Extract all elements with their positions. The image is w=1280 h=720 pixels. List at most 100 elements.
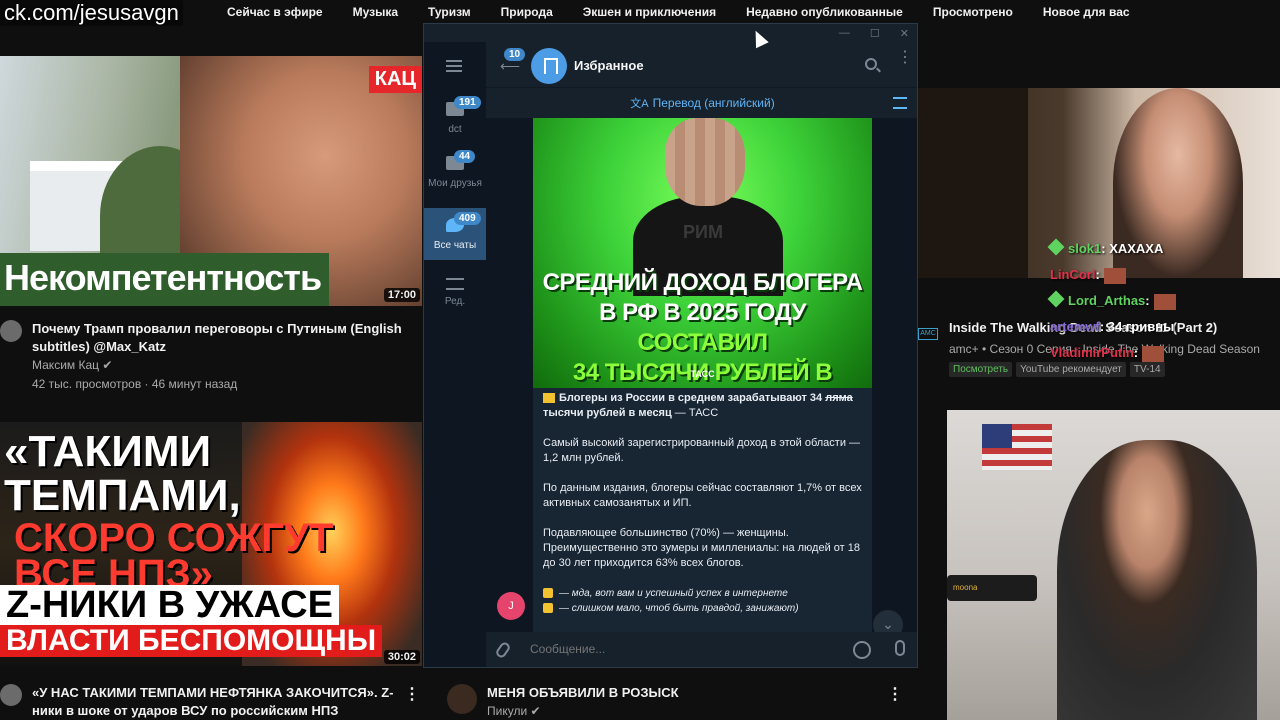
video-thumbnail[interactable]: КАЦ Некомпетентность 17:00: [0, 56, 422, 306]
message-quote: — слишком мало, чтоб быть правдой, заниж…: [559, 603, 799, 614]
folder-dct[interactable]: 191 dct: [424, 92, 486, 144]
chat-username: artemwf: [1050, 319, 1100, 334]
chat-message: VladimirPutin:: [1050, 340, 1280, 366]
window-titlebar: — ☐ ✕: [424, 24, 917, 42]
folder-label: Все чаты: [433, 240, 477, 251]
message-paragraph: Самый высокий зарегистрированный доход в…: [543, 437, 861, 464]
chat-text: : ХАХАХА: [1101, 241, 1164, 256]
chat-text: :: [1145, 293, 1150, 308]
folder-all-chats[interactable]: 409 Все чаты: [424, 208, 486, 260]
chip[interactable]: Недавно опубликованные: [731, 5, 918, 19]
star-icon: [543, 603, 553, 614]
microphone-image: moona: [947, 575, 1037, 601]
chip[interactable]: Музыка: [338, 5, 413, 19]
video-thumbnail[interactable]: «ТАКИМИ ТЕМПАМИ, СКОРО СОЖГУТ ВСЕ НПЗ» Z…: [0, 422, 422, 666]
channel-name[interactable]: Пикули ✔: [487, 702, 877, 720]
minimize-icon[interactable]: —: [839, 27, 850, 39]
edit-folders-icon: [446, 278, 464, 290]
thumbnail-text: Z-НИКИ В УЖАСЕ: [0, 585, 339, 625]
screen: Сейчас в эфире Музыка Туризм Природа Экш…: [0, 0, 1280, 720]
message-lead: тысячи рублей в месяц: [543, 407, 672, 419]
chevron-down-icon[interactable]: ⌄: [873, 610, 903, 632]
unread-badge: 44: [454, 150, 476, 163]
star-icon: [543, 588, 553, 599]
message-text: Блогеры из России в среднем зарабатывают…: [533, 388, 872, 632]
chip[interactable]: Туризм: [413, 5, 486, 19]
saved-messages-icon[interactable]: [531, 48, 567, 84]
thumbnail-tag: КАЦ: [368, 66, 422, 93]
chat-message: Lord_Arthas:: [1047, 288, 1280, 314]
emote-icon: [1103, 267, 1126, 284]
message-paragraph: Подавляющее большинство (70%) — женщины.…: [543, 527, 860, 569]
emoji-icon[interactable]: [853, 641, 871, 659]
attach-icon[interactable]: [494, 640, 512, 660]
translate-settings-icon[interactable]: [893, 97, 907, 109]
maximize-icon[interactable]: ☐: [870, 27, 880, 40]
chat-message: LinCorl:: [1050, 262, 1280, 288]
stream-overlay-url: ck.com/jesusavgn: [0, 0, 183, 26]
channel-avatar[interactable]: [0, 320, 22, 342]
folder-friends[interactable]: 44 Мои друзья: [424, 146, 486, 198]
chip[interactable]: Экшен и приключения: [568, 5, 731, 19]
image-figure: [665, 118, 745, 206]
chat-text: :: [1095, 267, 1100, 282]
video-duration: 30:02: [383, 650, 420, 664]
message-source: — ТАСС: [671, 407, 719, 419]
emote-icon: [1142, 345, 1165, 362]
more-options-icon[interactable]: ⋮: [897, 50, 913, 66]
chip[interactable]: Природа: [486, 5, 568, 19]
streamer-image: [1057, 440, 1257, 720]
microphone-icon[interactable]: [895, 640, 905, 656]
watch-badge[interactable]: Посмотреть: [949, 362, 1013, 377]
category-chips: Сейчас в эфире Музыка Туризм Природа Экш…: [0, 0, 1280, 24]
message-list: РИМ СРЕДНИЙ ДОХОД БЛОГЕРА В РФ В 2025 ГО…: [486, 118, 917, 632]
message-image[interactable]: РИМ СРЕДНИЙ ДОХОД БЛОГЕРА В РФ В 2025 ГО…: [533, 118, 872, 388]
unread-badge: 409: [454, 212, 481, 225]
search-icon[interactable]: [865, 58, 877, 70]
chip[interactable]: Просмотрено: [918, 5, 1028, 19]
unread-badge: 10: [504, 48, 526, 61]
chip[interactable]: Новое для вас: [1028, 5, 1145, 19]
video-info: «У НАС ТАКИМИ ТЕМПАМИ НЕФТЯНКА ЗАКОЧИТСЯ…: [0, 684, 420, 720]
menu-icon[interactable]: [446, 60, 462, 72]
translate-bar[interactable]: 文A Перевод (английский): [486, 88, 917, 118]
message-paragraph: По данным издания, блогеры сейчас состав…: [543, 482, 862, 509]
emote-icon: [1153, 293, 1176, 310]
chat-username: Lord_Arthas: [1068, 293, 1146, 308]
chat-message: slok1: ХАХАХА: [1047, 236, 1280, 262]
close-icon[interactable]: ✕: [900, 27, 909, 40]
folder-label: Ред.: [444, 296, 466, 307]
video-info: Почему Трамп провалил переговоры с Путин…: [0, 320, 420, 394]
video-meta: 42 тыс. просмотров · 46 минут назад: [32, 377, 238, 391]
message-composer: [486, 632, 917, 667]
chat-text: :: [1133, 345, 1139, 360]
folder-label: Мои друзья: [428, 178, 482, 189]
channel-name[interactable]: Максим Кац ✔: [32, 356, 420, 375]
folder-edit[interactable]: Ред.: [424, 268, 486, 320]
mic-label: moona: [953, 583, 978, 592]
thumbnail-title: Некомпетентность: [0, 253, 330, 306]
message-lead: Блогеры из России в среднем зарабатывают…: [559, 392, 823, 404]
chat-username: VladimirPutin: [1050, 345, 1134, 360]
chip[interactable]: Сейчас в эфире: [212, 5, 338, 19]
channel-logo[interactable]: AMC: [918, 328, 938, 340]
video-title[interactable]: Почему Трамп провалил переговоры с Путин…: [32, 320, 420, 356]
video-title[interactable]: «У НАС ТАКИМИ ТЕМПАМИ НЕФТЯНКА ЗАКОЧИТСЯ…: [32, 684, 394, 720]
video-info: МЕНЯ ОБЪЯВИЛИ В РОЗЫСК Пикули ✔ ⋮: [447, 684, 917, 720]
chat-title[interactable]: Избранное: [574, 58, 644, 73]
more-options-icon[interactable]: ⋮: [887, 684, 903, 704]
thumbnail-text: СКОРО СОЖГУТ ВСЕ НПЗ»: [14, 516, 334, 596]
chat-header: ⟵ 10 Избранное ⋮: [486, 42, 917, 88]
thumbnail-text: «ТАКИМИ ТЕМПАМИ,: [4, 427, 241, 520]
translate-label: Перевод (английский): [652, 96, 775, 110]
more-options-icon[interactable]: ⋮: [404, 684, 420, 704]
chat-text: : 34 гривны: [1099, 319, 1175, 334]
badge-icon: [1047, 290, 1065, 308]
message-strikethrough: ляма: [825, 392, 853, 404]
video-title[interactable]: МЕНЯ ОБЪЯВИЛИ В РОЗЫСК: [487, 684, 877, 702]
image-watermark: РИМ: [683, 222, 723, 242]
message-input[interactable]: [530, 642, 830, 656]
sender-avatar[interactable]: J: [497, 592, 525, 620]
channel-avatar[interactable]: [447, 684, 477, 714]
channel-avatar[interactable]: [0, 684, 22, 706]
